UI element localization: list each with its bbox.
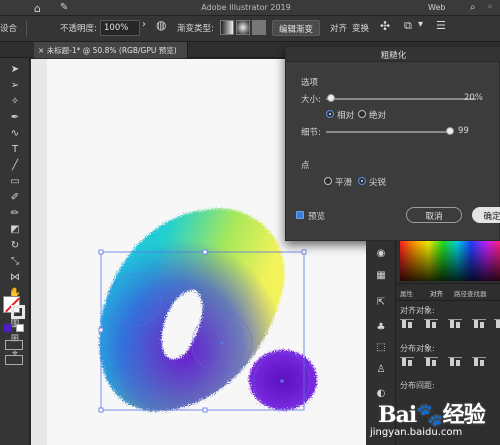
size-label: 大小: <box>301 95 321 105</box>
align-right-button[interactable] <box>448 318 462 330</box>
size-slider-track[interactable] <box>326 98 476 100</box>
options-section-label: 选项 <box>301 78 319 88</box>
align-hcenter-button[interactable] <box>424 318 438 330</box>
corner-label: 尖锐 <box>369 178 387 188</box>
preview-label: 预览 <box>308 212 326 222</box>
ok-button[interactable]: 确定 <box>472 207 500 223</box>
tab-properties[interactable]: 属性 <box>400 288 413 298</box>
cancel-button[interactable]: 取消 <box>406 207 462 223</box>
absolute-radio[interactable] <box>358 110 366 118</box>
detail-slider-track[interactable] <box>326 131 454 133</box>
divider <box>397 300 500 301</box>
symbols-icon[interactable]: ♣ <box>374 321 388 335</box>
tab-pathfinder[interactable]: 路径查找器 <box>454 288 487 298</box>
distribute-left-button[interactable] <box>472 356 486 368</box>
distribute-vcenter-button[interactable] <box>424 356 438 368</box>
corner-radio[interactable] <box>358 177 366 185</box>
graphic-styles-icon[interactable]: ⬚ <box>374 341 388 355</box>
relative-label: 相对 <box>337 111 355 121</box>
align-top-button[interactable] <box>472 318 486 330</box>
distribute-bottom-button[interactable] <box>448 356 462 368</box>
distribute-top-button[interactable] <box>400 356 414 368</box>
divider <box>397 283 500 284</box>
puppet-icon[interactable]: ♙ <box>374 363 388 377</box>
distribute-objects-label: 分布对象: <box>400 344 435 353</box>
align-left-button[interactable] <box>400 318 414 330</box>
export-icon[interactable]: ⇱ <box>374 296 388 310</box>
align-objects-label: 对齐对象: <box>400 306 435 315</box>
points-section-label: 点 <box>301 161 310 171</box>
tab-align[interactable]: 对齐 <box>430 288 443 298</box>
detail-value[interactable]: 99 <box>458 126 469 136</box>
swatches-icon[interactable]: ▦ <box>374 269 388 283</box>
smooth-radio[interactable] <box>324 177 332 185</box>
color-spectrum[interactable] <box>400 241 500 281</box>
roughen-dialog: 粗糙化 选项 大小: 20% 相对 绝对 细节: 99 点 平滑 尖锐 预览 取… <box>285 46 500 241</box>
watermark-url: jingyan.baidu.com <box>370 427 463 438</box>
color-guide-icon[interactable]: ◉ <box>374 247 388 261</box>
dialog-title: 粗糙化 <box>286 47 500 62</box>
size-slider-thumb[interactable] <box>326 94 335 102</box>
preview-checkbox[interactable] <box>296 211 304 219</box>
align-vcenter-button[interactable] <box>494 318 500 330</box>
size-value[interactable]: 20% <box>464 93 483 103</box>
distribute-spacing-label: 分布间距: <box>400 381 435 390</box>
baidu-logo: Bai🐾经验 <box>378 402 486 428</box>
baidu-jingyan-watermark: Bai🐾经验 jingyan.baidu.com <box>360 395 500 445</box>
absolute-label: 绝对 <box>369 111 387 121</box>
smooth-label: 平滑 <box>335 178 353 188</box>
relative-radio[interactable] <box>326 110 334 118</box>
detail-label: 细节: <box>301 128 321 138</box>
detail-slider-thumb[interactable] <box>446 127 455 135</box>
